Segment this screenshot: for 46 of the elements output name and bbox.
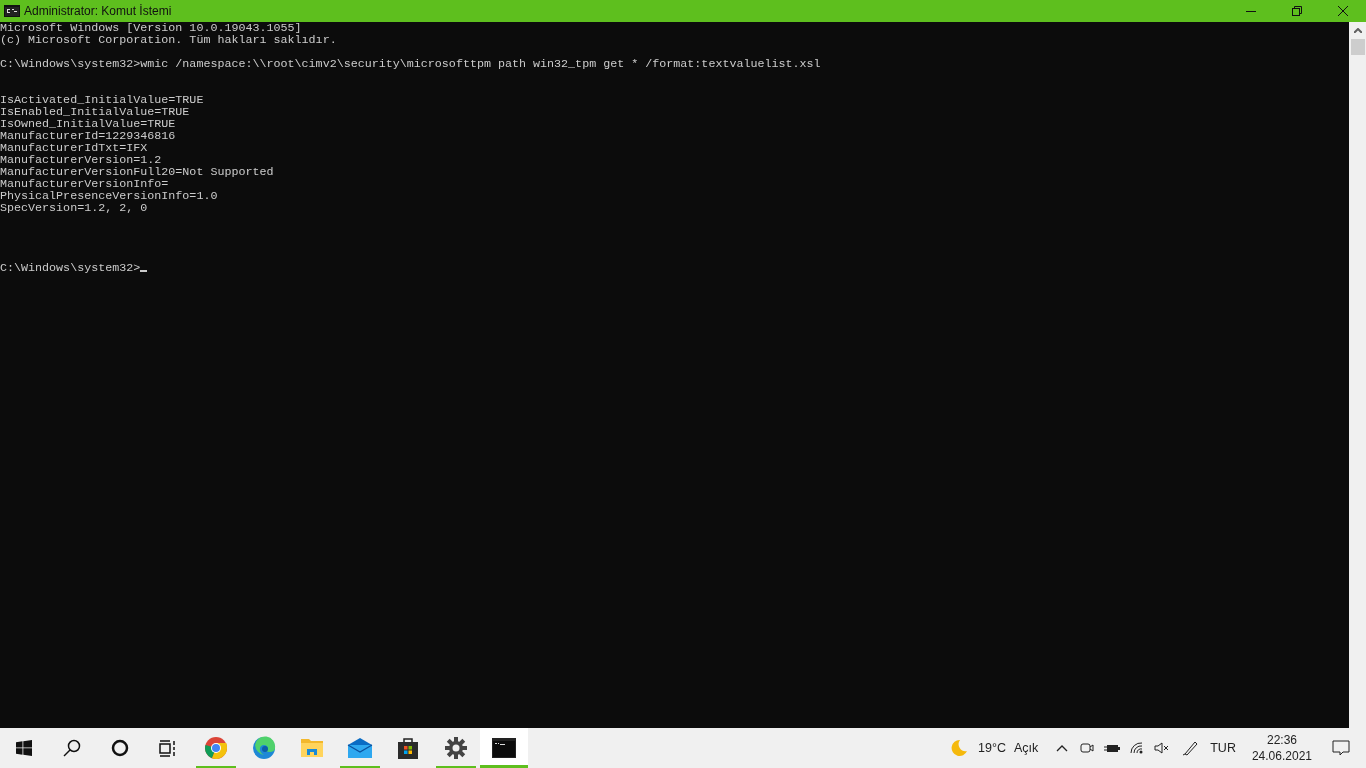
windows-logo-icon[interactable] — [16, 740, 32, 756]
edge-icon[interactable] — [252, 736, 276, 760]
taskbar-app[interactable] — [480, 728, 528, 768]
console-line: (c) Microsoft Corporation. Tüm hakları saklıdır. — [0, 33, 337, 47]
scrollbar[interactable] — [1349, 22, 1366, 728]
moon-icon — [950, 739, 968, 757]
terminal-icon — [4, 5, 20, 17]
search-icon[interactable] — [63, 739, 81, 757]
task-view-icon[interactable] — [159, 739, 177, 757]
close-icon[interactable] — [1338, 6, 1348, 16]
gear-icon[interactable] — [445, 737, 467, 759]
temperature: 19°C — [978, 739, 1006, 757]
clock[interactable]: 22:36 24.06.2021 — [1245, 732, 1318, 764]
camera-icon[interactable] — [1080, 741, 1095, 755]
chevron-up-icon[interactable] — [1056, 744, 1069, 752]
console-line: SpecVersion=1.2, 2, 0 — [0, 201, 148, 215]
pen-icon[interactable] — [1182, 740, 1199, 756]
circle-icon[interactable] — [111, 739, 129, 757]
command-prompt: C:\Windows\system32> — [0, 261, 141, 275]
console-line: Microsoft Windows [Version 10.0.19043.1055] — [0, 21, 302, 35]
restore-icon[interactable] — [1292, 6, 1302, 16]
console-line: IsOwned_InitialValue=TRUE — [0, 117, 176, 131]
wifi-icon[interactable] — [1130, 742, 1145, 754]
console-line: C:\Windows\system32>wmic /namespace:\\root\cimv2\security\microsofttpm path win32_tpm get * /format:textvaluelist.xsl — [0, 57, 821, 71]
muted-speaker-icon[interactable] — [1154, 742, 1171, 754]
weather-condition: Açık — [1013, 739, 1039, 757]
language-indicator[interactable]: TUR — [1210, 738, 1236, 758]
notification-icon[interactable] — [1332, 739, 1350, 757]
window-title: Administrator: Komut İstemi — [24, 3, 172, 20]
console-line: PhysicalPresenceVersionInfo=1.0 — [0, 189, 218, 203]
mail-icon[interactable] — [347, 737, 373, 759]
console-line: IsEnabled_InitialValue=TRUE — [0, 105, 190, 119]
console-line: ManufacturerVersionInfo= — [0, 177, 169, 191]
folder-icon[interactable] — [300, 737, 324, 759]
console-line: ManufacturerIdTxt=IFX — [0, 141, 148, 155]
console-line: ManufacturerVersionFull20=Not Supported — [0, 165, 274, 179]
scroll-up-icon[interactable] — [1353, 28, 1362, 33]
text-cursor — [140, 270, 148, 272]
minimize-icon[interactable] — [1246, 10, 1256, 12]
store-bag-icon[interactable] — [396, 736, 420, 760]
console-line: ManufacturerVersion=1.2 — [0, 153, 162, 167]
battery-icon[interactable] — [1104, 743, 1121, 753]
chrome-icon[interactable] — [204, 736, 228, 760]
scroll-thumb[interactable] — [1350, 39, 1365, 55]
console-line: ManufacturerId=1229346816 — [0, 129, 176, 143]
console-line: IsActivated_InitialValue=TRUE — [0, 93, 204, 107]
